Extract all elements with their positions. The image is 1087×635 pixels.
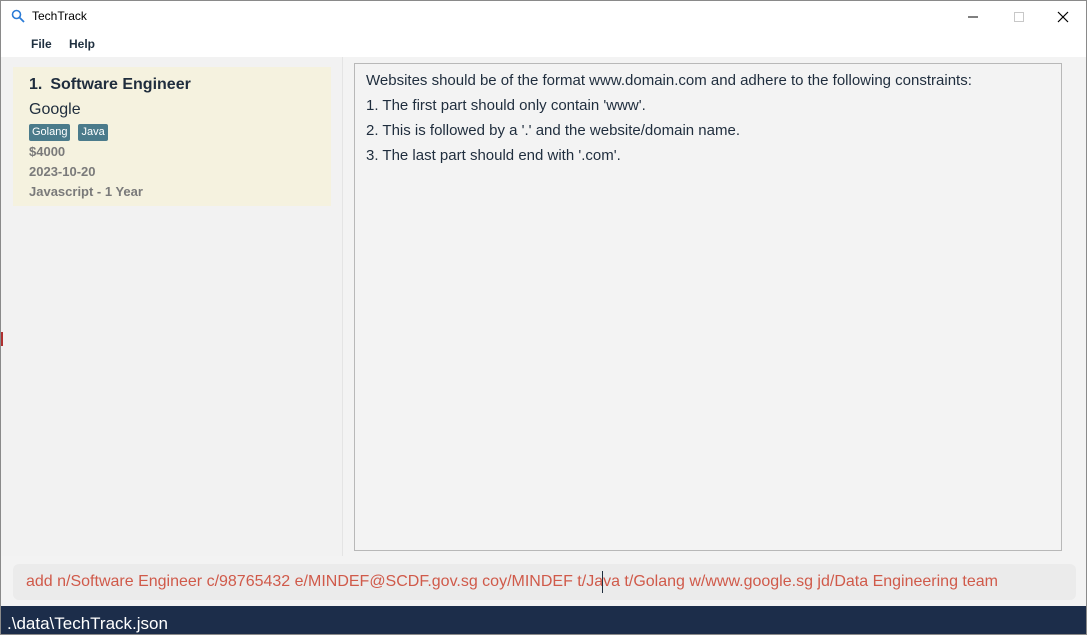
minimize-icon: [968, 16, 978, 17]
command-area: add n/Software Engineer c/98765432 e/MIN…: [1, 556, 1086, 606]
app-window: TechTrack File Help 1. Software Engineer: [0, 0, 1087, 635]
job-card[interactable]: 1. Software Engineer Google Golang Java $…: [13, 67, 331, 206]
job-salary: $4000: [29, 144, 66, 159]
job-company: Google: [29, 101, 81, 118]
result-line: 1. The first part should only contain 'w…: [366, 97, 646, 114]
result-display[interactable]: Websites should be of the format www.dom…: [354, 63, 1062, 551]
job-role: Software Engineer: [50, 76, 191, 93]
magnifier-app-icon: [11, 9, 25, 23]
command-text: add n/Software Engineer c/98765432 e/MIN…: [26, 573, 998, 590]
job-index: 1.: [29, 76, 43, 93]
data-file-path: .\data\TechTrack.json: [7, 614, 168, 633]
job-list-panel[interactable]: 1. Software Engineer Google Golang Java $…: [1, 57, 343, 556]
panel-divider[interactable]: [342, 57, 343, 556]
command-input[interactable]: add n/Software Engineer c/98765432 e/MIN…: [13, 564, 1076, 600]
minimize-button[interactable]: [950, 1, 996, 32]
close-icon: [1057, 11, 1069, 22]
job-experience: Javascript - 1 Year: [29, 184, 143, 199]
window-title: TechTrack: [32, 9, 87, 23]
maximize-button[interactable]: [996, 1, 1042, 32]
maximize-icon: [1014, 11, 1024, 22]
menu-file[interactable]: File: [31, 37, 52, 51]
menu-help[interactable]: Help: [69, 37, 95, 51]
result-line: Websites should be of the format www.dom…: [366, 72, 972, 89]
tag-java: Java: [78, 124, 108, 141]
edge-marker: [1, 332, 3, 346]
job-deadline: 2023-10-20: [29, 164, 96, 179]
text-caret: [602, 571, 603, 593]
status-bar: .\data\TechTrack.json: [1, 606, 1086, 634]
menu-bar: File Help: [1, 32, 1086, 57]
job-tags: Golang Java: [29, 124, 108, 141]
result-line: 2. This is followed by a '.' and the web…: [366, 122, 740, 139]
tag-golang: Golang: [29, 124, 71, 141]
title-bar[interactable]: TechTrack: [1, 1, 1086, 32]
result-line: 3. The last part should end with '.com'.: [366, 147, 621, 164]
job-card-title: 1. Software Engineer: [29, 76, 191, 94]
close-button[interactable]: [1040, 1, 1086, 32]
